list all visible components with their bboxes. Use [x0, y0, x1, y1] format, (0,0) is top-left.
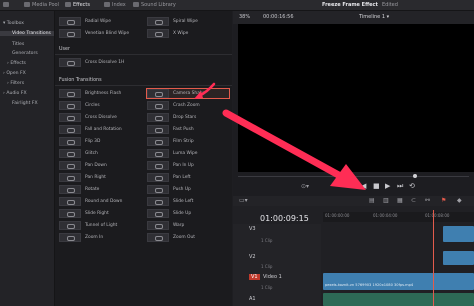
annotation-arrows	[194, 82, 366, 190]
small-arrow-head	[194, 91, 203, 99]
large-arrow-shaft	[222, 109, 348, 182]
